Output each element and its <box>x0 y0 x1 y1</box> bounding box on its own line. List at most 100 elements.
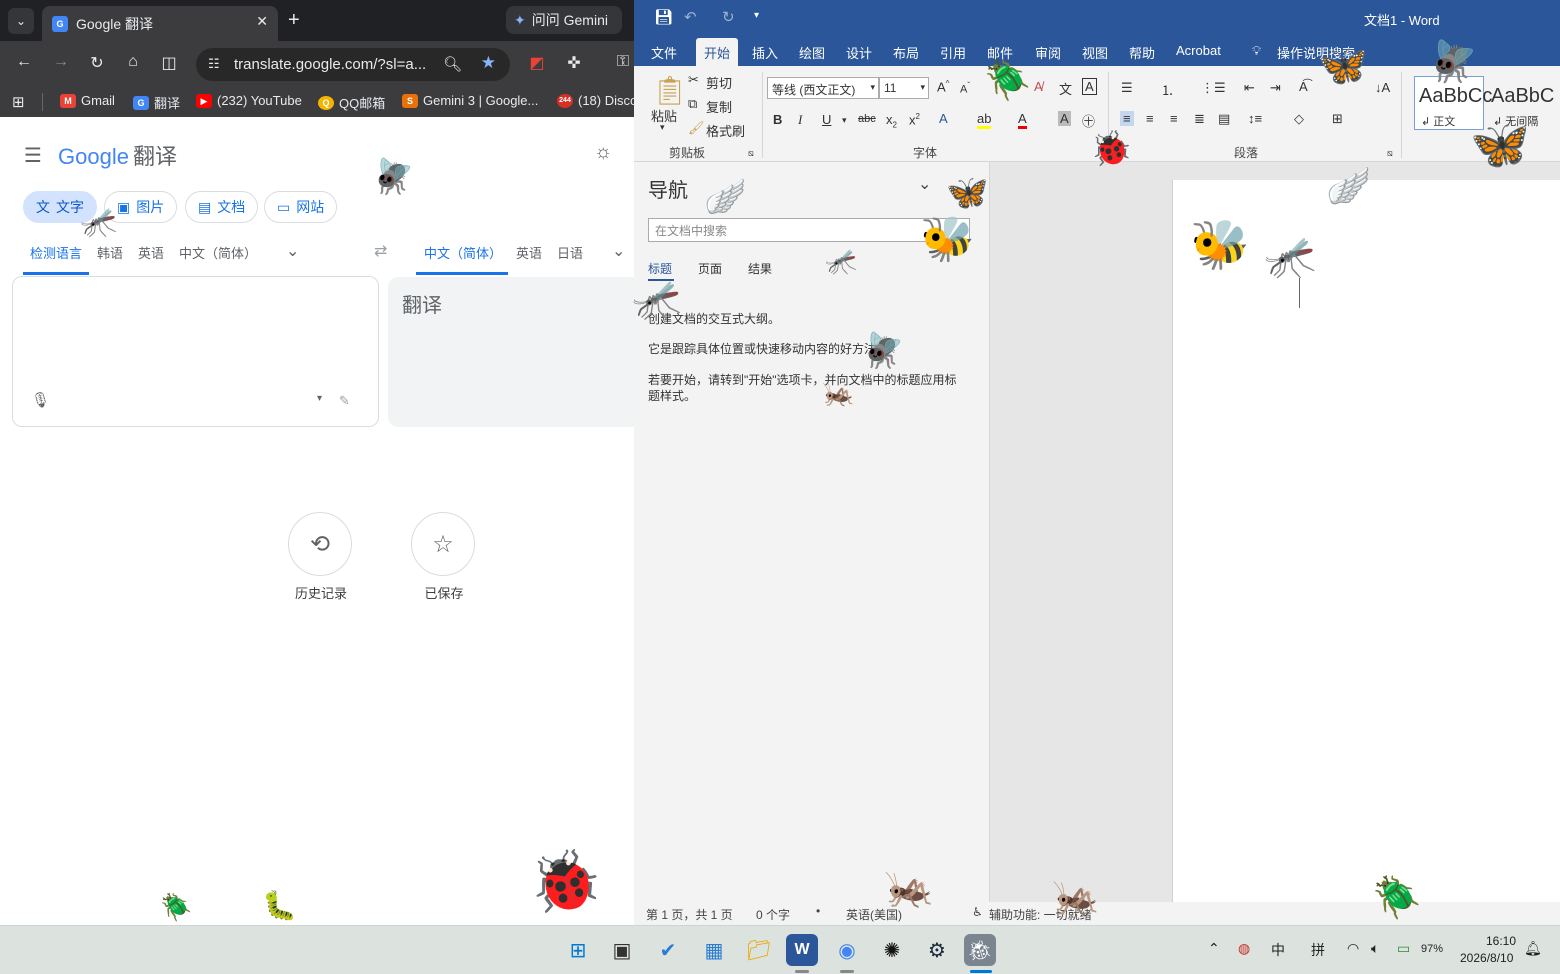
ime-language[interactable]: 中 <box>1271 940 1285 960</box>
language-status[interactable]: 英语(美国) <box>846 906 902 923</box>
cut-label[interactable]: 剪切 <box>706 73 732 92</box>
source-lang-more-icon[interactable]: ⌄ <box>286 241 299 261</box>
grow-font-icon[interactable]: A^ <box>937 79 949 94</box>
task-view-icon[interactable]: ▣ <box>606 934 638 966</box>
mode-websites-button[interactable]: ▭ 网站 <box>264 191 338 223</box>
bookmark-discord[interactable]: 244 (18) Disco <box>557 93 637 108</box>
input-options-icon[interactable]: ▾ <box>317 393 322 404</box>
bookmark-youtube[interactable]: ▶ (232) YouTube <box>196 93 302 108</box>
saved-button[interactable]: ☆ <box>411 512 475 576</box>
font-color-icon[interactable]: A <box>1018 111 1027 129</box>
volume-icon[interactable]: 🔈︎ <box>1371 940 1379 957</box>
tell-me-search[interactable]: 操作说明搜索 <box>1277 43 1355 62</box>
format-painter-icon[interactable]: 🖌︎ <box>688 120 705 136</box>
tab-layout[interactable]: 布局 <box>893 43 919 62</box>
phonetic-guide-icon[interactable]: 文 <box>1059 79 1072 98</box>
target-lang-japanese[interactable]: 日语 <box>557 243 583 262</box>
accessibility-status[interactable]: 辅助功能: 一切就绪 <box>989 906 1092 923</box>
tab-references[interactable]: 引用 <box>940 43 966 62</box>
text-effects-icon[interactable]: A <box>939 111 948 126</box>
target-lang-more-icon[interactable]: ⌄ <box>612 241 625 261</box>
bold-icon[interactable]: B <box>773 112 782 127</box>
show-hidden-icons-icon[interactable]: ⌃ <box>1208 940 1220 957</box>
target-lang-chinese[interactable]: 中文（简体） <box>424 243 502 262</box>
zoom-icon[interactable]: 🔍︎ <box>443 55 462 73</box>
borders-icon[interactable]: ⊞ <box>1332 111 1343 127</box>
swap-languages-icon[interactable]: ⇄ <box>374 241 387 261</box>
chatgpt-app-icon[interactable]: ✺ <box>876 934 908 966</box>
tab-acrobat[interactable]: Acrobat <box>1176 43 1221 58</box>
copy-icon[interactable]: ⧉ <box>688 96 697 112</box>
customize-qat-icon[interactable]: ▾ <box>754 10 759 21</box>
history-button[interactable]: ⟲ <box>288 512 352 576</box>
character-border-icon[interactable]: A <box>1082 78 1097 95</box>
nav-tab-pages[interactable]: 页面 <box>698 260 722 277</box>
start-windows-icon[interactable]: ⊞ <box>562 934 594 966</box>
tab-help[interactable]: 帮助 <box>1129 43 1155 62</box>
widgets-icon[interactable]: ▦ <box>698 934 730 966</box>
style-no-spacing[interactable]: AaBbC ↲ 无间隔 <box>1486 76 1556 130</box>
ask-gemini-button[interactable]: ✦ 问问 Gemini <box>506 6 622 34</box>
tab-view[interactable]: 视图 <box>1082 43 1108 62</box>
back-icon[interactable]: ← <box>13 53 35 71</box>
forward-icon[interactable]: → <box>50 53 72 71</box>
address-bar[interactable]: ☷ translate.google.com/?sl=a... 🔍︎ ★ <box>196 48 510 81</box>
source-lang-chinese[interactable]: 中文（简体） <box>179 243 257 262</box>
site-info-icon[interactable]: ☷ <box>208 56 220 72</box>
multilevel-list-icon[interactable]: ⋮☰ <box>1201 80 1226 96</box>
main-menu-icon[interactable]: ☰ <box>24 143 42 168</box>
increase-indent-icon[interactable]: ⇥ <box>1270 80 1281 96</box>
extensions-puzzle-icon[interactable]: ✜ <box>563 53 585 73</box>
align-center-icon[interactable]: ≡ <box>1146 111 1154 126</box>
nav-options-icon[interactable]: ⌄ <box>918 174 931 194</box>
split-view-icon[interactable]: ◫ <box>158 53 180 73</box>
decrease-indent-icon[interactable]: ⇤ <box>1244 80 1255 96</box>
clock-time[interactable]: 16:10 <box>1486 934 1516 948</box>
word-app-icon[interactable]: W <box>786 934 818 966</box>
tab-insert[interactable]: 插入 <box>752 43 778 62</box>
nav-tab-results[interactable]: 结果 <box>748 260 772 277</box>
wifi-icon[interactable]: ◠ <box>1347 940 1359 957</box>
line-spacing-icon[interactable]: ↕≡ <box>1248 111 1262 126</box>
distributed-icon[interactable]: ▤ <box>1218 111 1230 127</box>
tab-design[interactable]: 设计 <box>846 43 872 62</box>
page-count[interactable]: 第 1 页，共 1 页 <box>646 906 733 923</box>
tab-mailings[interactable]: 邮件 <box>987 43 1013 62</box>
strikethrough-icon[interactable]: abc <box>858 113 876 125</box>
paste-options-icon[interactable]: ▾ <box>660 122 665 133</box>
style-normal[interactable]: AaBbCc ↲ 正文 <box>1414 76 1492 130</box>
highlight-icon[interactable]: ab <box>977 111 992 129</box>
justify-icon[interactable]: ≣ <box>1194 111 1205 127</box>
proofing-icon[interactable]: • <box>816 904 820 918</box>
tab-search-button[interactable]: ⌄ <box>8 8 34 34</box>
clear-formatting-icon[interactable]: A̸ <box>1034 79 1043 94</box>
redo-icon[interactable]: ↻ <box>722 8 735 26</box>
copy-label[interactable]: 复制 <box>706 97 732 116</box>
mode-documents-button[interactable]: ▤ 文档 <box>185 191 259 223</box>
superscript-icon[interactable]: x2 <box>909 112 920 127</box>
character-shading-icon[interactable]: A <box>1058 111 1071 126</box>
file-explorer-icon[interactable]: 📁︎ <box>743 934 775 966</box>
bug-app-icon[interactable]: 🐞︎ <box>964 934 996 966</box>
network-security-icon[interactable]: ◍ <box>1238 940 1250 957</box>
todo-app-icon[interactable]: ✔ <box>652 934 684 966</box>
apps-grid-icon[interactable]: ⊞ <box>12 93 25 111</box>
document-page[interactable] <box>1172 180 1560 902</box>
font-size-select[interactable]: 11 ▾ <box>879 77 929 99</box>
paragraph-launcher-icon[interactable]: ⧅ <box>1387 148 1393 159</box>
source-text-input[interactable]: 🎙︎ ▾ ✎ <box>12 276 379 427</box>
undo-icon[interactable]: ↶ <box>684 8 697 26</box>
bookmark-gemini[interactable]: S Gemini 3 | Google... <box>402 93 538 108</box>
source-lang-english[interactable]: 英语 <box>138 243 164 262</box>
tab-draw[interactable]: 绘图 <box>799 43 825 62</box>
tab-review[interactable]: 审阅 <box>1035 43 1061 62</box>
target-lang-english[interactable]: 英语 <box>516 243 542 262</box>
format-painter-label[interactable]: 格式刷 <box>706 121 745 140</box>
cut-icon[interactable]: ✂ <box>688 72 699 88</box>
steam-app-icon[interactable]: ⚙ <box>921 934 953 966</box>
clock-date[interactable]: 2026/8/10 <box>1460 951 1513 965</box>
font-name-select[interactable]: 等线 (西文正文) ▾ <box>767 77 879 99</box>
bullets-icon[interactable]: ☰ <box>1121 80 1133 96</box>
microphone-icon[interactable]: 🎙︎ <box>31 391 50 409</box>
mode-text-button[interactable]: 文文字 <box>23 191 97 223</box>
